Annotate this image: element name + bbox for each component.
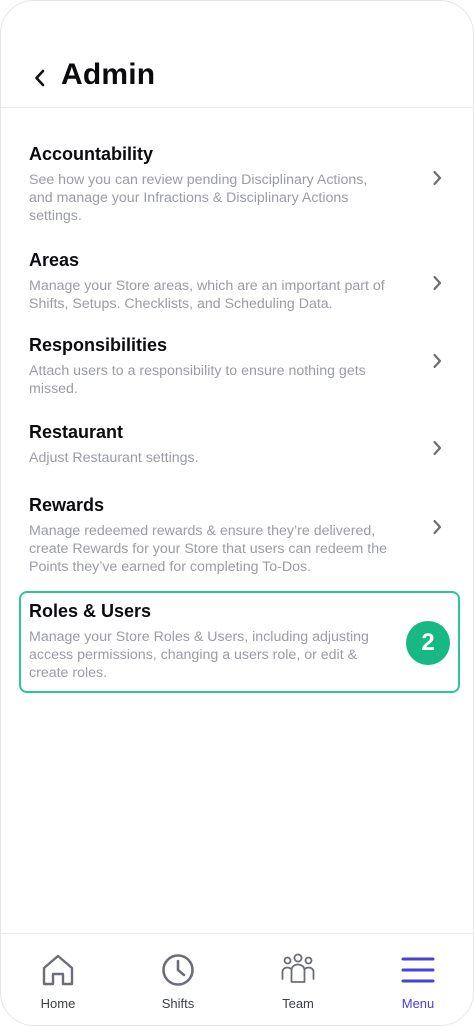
clock-icon [162,954,194,986]
item-title: Roles & Users [29,601,152,621]
item-description: Attach users to a responsibility to ensu… [29,363,366,397]
bottom-tab-bar: Home Shifts Team Menu [1,933,473,1025]
tab-label: Shifts [161,996,195,1011]
team-icon [281,953,315,983]
home-icon [42,954,74,986]
admin-item-restaurant[interactable]: Restaurant Adjust Restaurant settings. [29,422,449,467]
tab-team[interactable]: Team [253,952,343,1022]
item-title: Responsibilities [29,335,168,355]
item-title: Restaurant [29,422,124,442]
chevron-right-icon [429,168,445,188]
item-description: Manage your Store areas, which are an im… [29,278,385,312]
item-description: Adjust Restaurant settings. [29,450,199,466]
chevron-right-icon [429,273,445,293]
item-description: Manage your Store Roles & Users, includi… [29,629,369,681]
item-description: See how you can review pending Disciplin… [29,172,368,224]
item-title: Rewards [29,495,105,515]
item-description: Manage redeemed rewards & ensure they’re… [29,523,388,575]
chevron-right-icon [429,517,445,537]
page-title: Admin [61,58,156,91]
admin-item-rewards[interactable]: Rewards Manage redeemed rewards & ensure… [29,495,449,576]
tab-shifts[interactable]: Shifts [133,952,223,1022]
admin-item-accountability[interactable]: Accountability See how you can review pe… [29,144,449,225]
tab-menu[interactable]: Menu [373,952,463,1022]
tab-home[interactable]: Home [13,952,103,1022]
tab-label: Menu [401,996,435,1011]
header: Admin [1,1,473,108]
tab-label: Home [40,996,76,1011]
admin-item-areas[interactable]: Areas Manage your Store areas, which are… [29,250,449,313]
chevron-right-icon [429,351,445,371]
hamburger-menu-icon [401,957,435,983]
item-title: Accountability [29,144,154,164]
app-frame: Admin Accountability See how you can rev… [0,0,474,1026]
tab-label: Team [282,996,314,1011]
back-button[interactable] [27,63,53,93]
admin-item-roles-users[interactable]: Roles & Users Manage your Store Roles & … [29,601,449,682]
chevron-left-icon [35,69,45,87]
admin-item-responsibilities[interactable]: Responsibilities Attach users to a respo… [29,335,449,398]
step-badge: 2 [406,621,450,665]
item-title: Areas [29,250,80,270]
chevron-right-icon [429,438,445,458]
